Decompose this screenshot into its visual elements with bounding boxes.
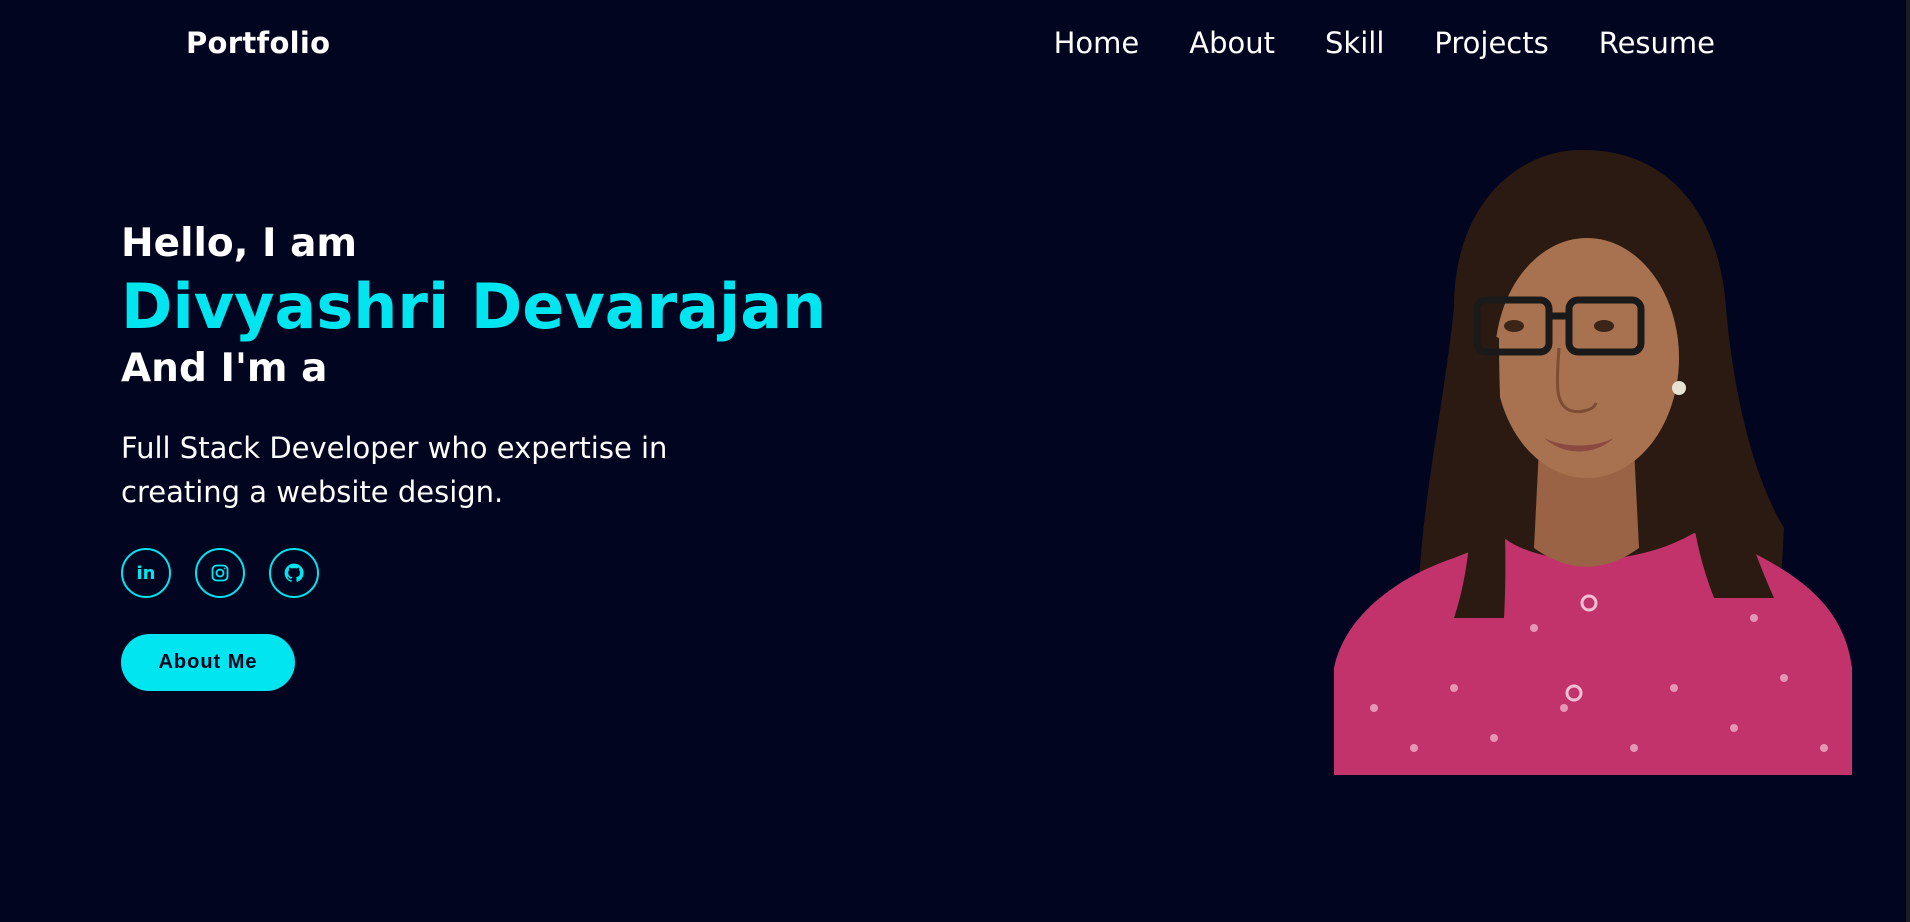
- github-icon: [284, 563, 304, 582]
- hero-name: Divyashri Devarajan: [121, 270, 827, 343]
- instagram-icon: [211, 564, 229, 582]
- nav-home[interactable]: Home: [1054, 26, 1140, 60]
- nav-skill[interactable]: Skill: [1325, 26, 1384, 60]
- social-links: in: [121, 548, 821, 598]
- hero-greeting: Hello, I am: [121, 221, 358, 266]
- github-link[interactable]: [269, 548, 319, 598]
- linkedin-icon: in: [136, 562, 156, 584]
- nav-projects[interactable]: Projects: [1434, 26, 1548, 60]
- hero-section: Hello, I am Divyashri Devarajan And I'm …: [121, 218, 827, 691]
- profile-photo: [1334, 149, 1852, 775]
- hero-description: Full Stack Developer who expertise in cr…: [121, 431, 668, 509]
- page: Portfolio Home About Skill Projects Resu…: [0, 0, 1910, 922]
- nav-about[interactable]: About: [1189, 26, 1275, 60]
- about-me-button[interactable]: About Me: [121, 634, 295, 691]
- nav-resume[interactable]: Resume: [1599, 26, 1715, 60]
- hero-role: And I'm a: [121, 346, 328, 391]
- linkedin-link[interactable]: in: [121, 548, 171, 598]
- scrollbar-track[interactable]: [1906, 0, 1910, 922]
- instagram-link[interactable]: [195, 548, 245, 598]
- main-nav: Home About Skill Projects Resume: [1054, 26, 1715, 60]
- brand-logo[interactable]: Portfolio: [186, 26, 330, 60]
